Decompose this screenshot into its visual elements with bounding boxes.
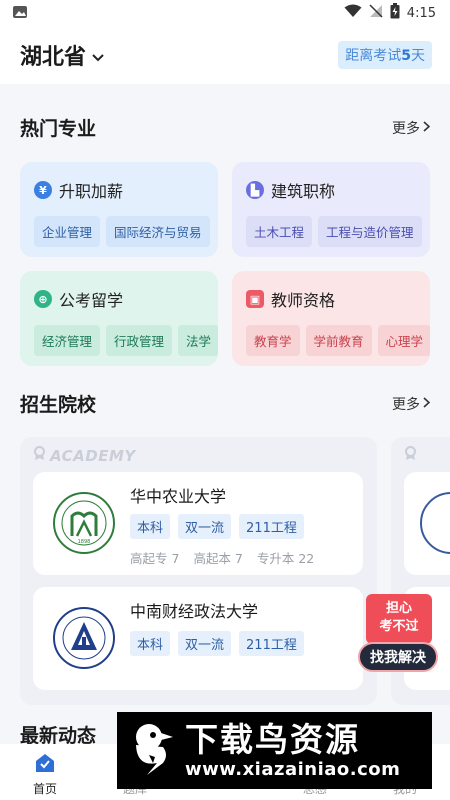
- status-time: 4:15: [406, 5, 436, 21]
- tab-label: 首页: [32, 782, 57, 796]
- major-tag[interactable]: 经济管理: [34, 325, 101, 356]
- building-icon: ▙: [246, 181, 264, 199]
- help-badge-banner: 担心 考不过: [366, 594, 432, 644]
- zuel-logo: [53, 607, 115, 669]
- major-card-title: 公考留学: [59, 291, 124, 310]
- academy-label: ACADEMY: [33, 446, 136, 465]
- school-stats: 高起专 7 高起本 7 专升本 22: [130, 548, 314, 567]
- province-label: 湖北省: [20, 45, 87, 70]
- academy-label-text: ACADEMY: [50, 446, 136, 465]
- school-tag: 本科: [130, 631, 171, 656]
- school-name: 中南财经政法大学: [130, 602, 259, 621]
- peek-school-logo: [420, 492, 450, 554]
- major-card-title: 教师资格: [271, 291, 336, 310]
- major-tag[interactable]: 法学: [178, 325, 218, 356]
- school-card-peek: [404, 472, 450, 575]
- academy-panel: ACADEMY 1898 华中农业大学 本科 双一流 211工程 高起专 7 高…: [20, 437, 377, 705]
- help-line1: 担心: [385, 601, 412, 616]
- stat-zhuanshengben: 专升本 22: [256, 551, 315, 566]
- no-signal-icon: [369, 4, 383, 22]
- major-tag[interactable]: 工程与造价管理: [318, 216, 422, 247]
- help-floating-badge[interactable]: 担心 考不过 找我解决: [358, 594, 438, 676]
- stat-gaoqiben: 高起本 7: [193, 551, 243, 566]
- major-tag[interactable]: 企业管理: [34, 216, 101, 247]
- major-tag[interactable]: 学前教育: [305, 325, 372, 356]
- schools-more-link[interactable]: 更多: [392, 394, 431, 414]
- more-label: 更多: [392, 120, 420, 137]
- academy-label-peek: [404, 446, 417, 465]
- major-card-title: 建筑职称: [271, 182, 336, 201]
- school-tag: 双一流: [178, 514, 232, 539]
- chevron-right-icon: [423, 120, 431, 136]
- school-name: 华中农业大学: [130, 487, 227, 506]
- school-card-zuel[interactable]: 中南财经政法大学 本科 双一流 211工程: [33, 587, 363, 690]
- chevron-down-icon: [92, 43, 104, 68]
- section-title-schools: 招生院校: [20, 394, 97, 416]
- watermark-url: www.xiazainiao.com: [185, 759, 401, 780]
- watermark-overlay: 下载鸟资源 www.xiazainiao.com: [117, 712, 432, 789]
- school-card-hzau[interactable]: 1898 华中农业大学 本科 双一流 211工程 高起专 7 高起本 7 专升本…: [33, 472, 363, 575]
- battery-icon: [390, 3, 400, 23]
- countdown-prefix: 距离考试: [345, 48, 402, 64]
- tab-home[interactable]: 首页: [15, 752, 75, 797]
- section-title-hot-majors: 热门专业: [20, 118, 97, 140]
- major-card-construction[interactable]: ▙ 建筑职称 土木工程 工程与造价管理: [232, 162, 430, 257]
- hot-majors-more-link[interactable]: 更多: [392, 118, 431, 138]
- school-tags: 本科 双一流 211工程: [130, 514, 304, 539]
- major-tag[interactable]: 心理学: [377, 325, 430, 356]
- major-card-title: 升职加薪: [59, 182, 124, 201]
- more-label: 更多: [392, 396, 420, 413]
- province-selector[interactable]: 湖北省: [20, 39, 104, 71]
- school-tag: 双一流: [178, 631, 232, 656]
- schools-header: 招生院校 更多: [0, 390, 450, 417]
- help-solve-button[interactable]: 找我解决: [358, 642, 438, 672]
- major-tag[interactable]: 土木工程: [246, 216, 313, 247]
- countdown-days: 5: [401, 48, 411, 64]
- watermark-text: 下载鸟资源: [185, 720, 360, 759]
- countdown-suffix: 天: [411, 48, 425, 64]
- hot-majors-grid: ¥ 升职加薪 企业管理 国际经济与贸易 ▙ 建筑职称 土木工程 工程与造价管理 …: [0, 162, 450, 366]
- help-line2: 考不过: [379, 619, 419, 634]
- wifi-icon: [344, 4, 362, 22]
- award-icon: [404, 446, 417, 465]
- globe-icon: ⊕: [34, 290, 52, 308]
- major-tag[interactable]: 教育学: [246, 325, 300, 356]
- major-tag[interactable]: 国际经济与贸易: [106, 216, 210, 247]
- gallery-notification-icon: [12, 4, 28, 23]
- chevron-right-icon: [423, 396, 431, 412]
- home-icon: [34, 752, 56, 777]
- hzau-logo: 1898: [53, 492, 115, 554]
- major-tag[interactable]: 行政管理: [106, 325, 173, 356]
- yen-icon: ¥: [34, 181, 52, 199]
- bird-logo-icon: [127, 719, 177, 783]
- major-card-promotion[interactable]: ¥ 升职加薪 企业管理 国际经济与贸易: [20, 162, 218, 257]
- school-tag: 211工程: [239, 514, 304, 539]
- award-icon: [33, 446, 46, 465]
- header: 湖北省 距离考试5天: [0, 26, 450, 84]
- exam-countdown-badge: 距离考试5天: [338, 41, 432, 69]
- school-tag: 本科: [130, 514, 171, 539]
- major-card-civil-exam[interactable]: ⊕ 公考留学 经济管理 行政管理 法学: [20, 271, 218, 366]
- hzau-logo-year: 1898: [78, 539, 91, 545]
- book-icon: ▣: [246, 290, 264, 308]
- school-tags: 本科 双一流 211工程: [130, 631, 304, 656]
- major-card-teacher[interactable]: ▣ 教师资格 教育学 学前教育 心理学: [232, 271, 430, 366]
- hot-majors-header: 热门专业 更多: [0, 114, 450, 141]
- status-bar: 4:15: [0, 0, 450, 26]
- stat-gaoqizhuan: 高起专 7: [130, 551, 180, 566]
- school-tag: 211工程: [239, 631, 304, 656]
